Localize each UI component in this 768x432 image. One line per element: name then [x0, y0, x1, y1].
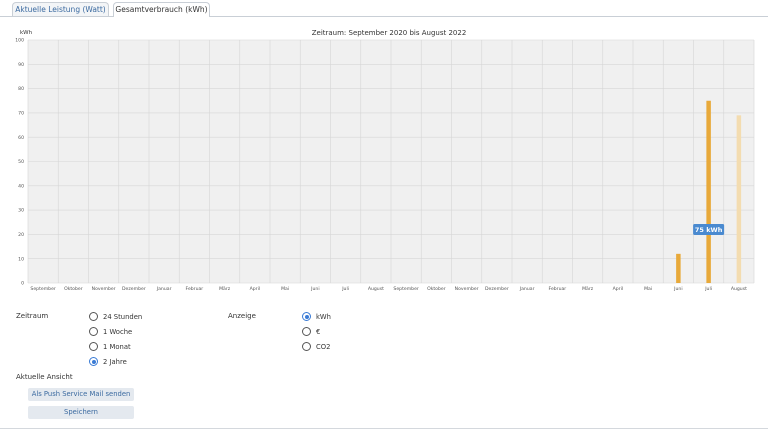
- x-tick-label: Juni: [673, 286, 682, 292]
- anzeige-option-euro[interactable]: €: [302, 327, 320, 336]
- x-tick-label: Juli: [704, 286, 712, 292]
- x-tick-label: März: [219, 286, 231, 292]
- option-label: 1 Monat: [103, 342, 131, 351]
- chart-svg: Zeitraum: September 2020 bis August 2022…: [15, 29, 755, 292]
- x-tick-label: Dezember: [485, 286, 509, 292]
- y-tick-label: 20: [18, 232, 24, 238]
- zeitraum-option-1-woche[interactable]: 1 Woche: [89, 327, 132, 336]
- x-tick-label: Februar: [549, 286, 567, 292]
- x-tick-label: April: [250, 286, 261, 292]
- x-tick-label: August: [731, 286, 747, 292]
- x-tick-label: Dezember: [122, 286, 146, 292]
- x-tick-label: April: [613, 286, 624, 292]
- option-label: 2 Jahre: [103, 357, 127, 366]
- radio-button[interactable]: [89, 327, 98, 336]
- bar-23[interactable]: [736, 115, 742, 283]
- bar-22[interactable]: [706, 100, 711, 283]
- tooltip-text: 75 kWh: [695, 226, 723, 234]
- divider: [0, 428, 768, 429]
- anzeige-label: Anzeige: [228, 312, 256, 320]
- y-tick-label: 50: [18, 159, 24, 165]
- tab-aktuelle-leistung[interactable]: Aktuelle Leistung (Watt): [12, 2, 109, 16]
- y-tick-label: 40: [18, 183, 24, 189]
- x-tick-label: November: [455, 286, 479, 292]
- option-label: kWh: [316, 312, 331, 321]
- save-button[interactable]: Speichern: [28, 406, 134, 419]
- push-service-mail-button[interactable]: Als Push Service Mail senden: [28, 388, 134, 401]
- x-tick-label: Januar: [156, 286, 172, 292]
- anzeige-option-co2[interactable]: CO2: [302, 342, 330, 351]
- x-tick-label: Juli: [341, 286, 349, 292]
- x-tick-label: Februar: [186, 286, 204, 292]
- y-tick-label: 10: [18, 256, 24, 262]
- option-label: CO2: [316, 342, 331, 351]
- radio-button[interactable]: [302, 342, 311, 351]
- zeitraum-option-1-monat[interactable]: 1 Monat: [89, 342, 131, 351]
- option-label: 1 Woche: [103, 327, 133, 336]
- zeitraum-label: Zeitraum: [16, 312, 49, 320]
- x-tick-label: Mai: [281, 286, 289, 292]
- radio-button[interactable]: [302, 327, 311, 336]
- radio-button[interactable]: [89, 312, 98, 321]
- x-tick-label: September: [30, 286, 56, 292]
- x-tick-label: September: [393, 286, 419, 292]
- option-label: €: [316, 327, 321, 336]
- y-tick-label: 100: [15, 38, 24, 44]
- chart-title: Zeitraum: September 2020 bis August 2022: [312, 29, 467, 37]
- tab-bar: Aktuelle Leistung (Watt) Gesamtverbrauch…: [0, 0, 768, 17]
- y-tick-label: 70: [18, 111, 24, 117]
- x-tick-label: November: [92, 286, 116, 292]
- y-tick-label: 30: [18, 208, 24, 214]
- aktuelle-ansicht-label: Aktuelle Ansicht: [16, 373, 73, 381]
- radio-button[interactable]: [89, 357, 98, 366]
- y-tick-label: 60: [18, 135, 24, 141]
- x-tick-label: Juni: [310, 286, 319, 292]
- x-tick-label: August: [368, 286, 384, 292]
- y-axis-label: kWh: [20, 30, 33, 36]
- tab-gesamtverbrauch[interactable]: Gesamtverbrauch (kWh): [113, 2, 210, 17]
- anzeige-option-kwh[interactable]: kWh: [302, 312, 331, 321]
- y-tick-label: 0: [21, 281, 24, 287]
- zeitraum-option-24-stunden[interactable]: 24 Stunden: [89, 312, 142, 321]
- radio-button[interactable]: [302, 312, 311, 321]
- radio-button[interactable]: [89, 342, 98, 351]
- y-tick-label: 80: [18, 86, 24, 92]
- x-tick-label: Januar: [519, 286, 535, 292]
- option-label: 24 Stunden: [103, 312, 143, 321]
- y-tick-label: 90: [18, 62, 24, 68]
- x-tick-label: März: [582, 286, 594, 292]
- x-tick-label: Oktober: [427, 286, 446, 292]
- bar-21[interactable]: [676, 253, 681, 283]
- x-tick-label: Mai: [644, 286, 652, 292]
- x-tick-label: Oktober: [64, 286, 83, 292]
- consumption-chart: Zeitraum: September 2020 bis August 2022…: [0, 22, 768, 294]
- zeitraum-option-2-jahre[interactable]: 2 Jahre: [89, 357, 127, 366]
